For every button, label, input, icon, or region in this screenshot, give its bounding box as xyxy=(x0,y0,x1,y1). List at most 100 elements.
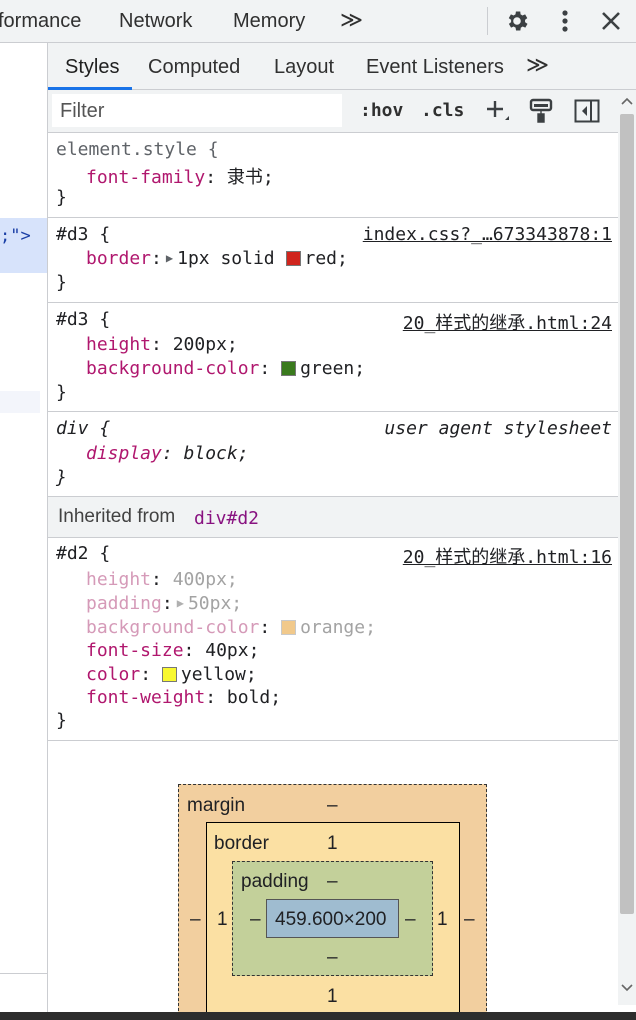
close-icon[interactable] xyxy=(600,10,622,32)
property-value: block; xyxy=(183,443,249,464)
tab-event-listeners[interactable]: Event Listeners xyxy=(366,56,504,79)
devtools-main-toolbar: formance Network Memory ≫ xyxy=(0,0,636,43)
rule-close-brace: } xyxy=(56,382,67,403)
color-swatch[interactable] xyxy=(161,667,177,682)
rule-selector[interactable]: div { xyxy=(56,418,110,439)
toggle-sidebar-icon[interactable] xyxy=(574,99,600,123)
color-swatch[interactable] xyxy=(285,251,301,266)
rule-close-brace: } xyxy=(56,272,67,293)
gear-icon[interactable] xyxy=(504,8,530,34)
border-bottom-value[interactable]: 1 xyxy=(327,986,338,1008)
padding-top-value[interactable]: – xyxy=(327,871,338,893)
rule-selector[interactable]: element.style { xyxy=(56,139,219,160)
property-value: 400px; xyxy=(172,569,238,590)
style-rule-d3-border: #d3 { index.css?_…673343878:1 border: ▶ 1p… xyxy=(48,218,618,303)
more-subtabs-chevron-icon[interactable]: ≫ xyxy=(526,52,549,78)
declaration[interactable]: display: block; xyxy=(86,443,249,464)
window-bottom-edge xyxy=(0,1012,636,1020)
color-value: green; xyxy=(300,358,366,379)
property-value: 50px; xyxy=(187,593,243,614)
tab-memory[interactable]: Memory xyxy=(233,10,305,33)
cls-toggle-button[interactable]: .cls xyxy=(421,100,464,121)
tab-styles[interactable]: Styles xyxy=(65,56,119,79)
styles-scrollbar[interactable] xyxy=(618,90,636,1005)
declaration[interactable]: font-weight: bold; xyxy=(86,687,281,708)
property-name: background-color xyxy=(86,617,260,638)
new-style-rule-icon[interactable] xyxy=(484,98,512,126)
color-swatch[interactable] xyxy=(281,620,297,635)
declaration-inactive[interactable]: padding: ▶ 50px; xyxy=(86,593,242,614)
declaration[interactable]: background-color: green; xyxy=(86,358,365,379)
style-rule-d2: #d2 { 20_样式的继承.html:16 height: 400px; pa… xyxy=(48,538,618,741)
property-name: font-weight xyxy=(86,687,206,708)
border-label: border xyxy=(214,833,269,854)
inherited-section-header: Inherited from div#d2 xyxy=(48,497,618,538)
declaration[interactable]: border: ▶ 1px solid red; xyxy=(86,248,348,269)
color-value: red; xyxy=(304,248,348,269)
declaration[interactable]: font-family: 隶书; xyxy=(86,163,274,189)
more-tabs-chevron-icon[interactable]: ≫ xyxy=(340,7,363,33)
declaration[interactable]: font-size: 40px; xyxy=(86,640,259,661)
paint-brush-icon[interactable] xyxy=(528,98,554,124)
hovered-dom-node[interactable] xyxy=(0,391,40,413)
hov-toggle-button[interactable]: :hov xyxy=(360,100,403,121)
border-top-value[interactable]: 1 xyxy=(327,833,338,855)
rule-selector[interactable]: #d3 { xyxy=(56,224,110,245)
padding-right-value[interactable]: – xyxy=(405,909,416,931)
tab-performance[interactable]: formance xyxy=(0,10,81,33)
declaration-inactive[interactable]: background-color: orange; xyxy=(86,617,376,638)
padding-label: padding xyxy=(241,871,309,892)
property-name: height xyxy=(86,334,152,355)
declaration[interactable]: color: yellow; xyxy=(86,664,257,685)
toolbar-divider xyxy=(487,7,488,35)
property-name: color xyxy=(86,664,141,685)
property-value: 40px; xyxy=(205,640,260,661)
styles-subtabs: Styles Computed Layout Event Listeners ≫ xyxy=(48,43,636,90)
scroll-down-arrow-icon[interactable] xyxy=(621,983,633,993)
property-name: height xyxy=(86,569,152,590)
padding-bottom-value[interactable]: – xyxy=(327,947,338,969)
property-name: background-color xyxy=(86,358,260,379)
property-name: border xyxy=(86,248,152,269)
style-rule-d3-size: #d3 { 20_样式的继承.html:24 height: 200px; ba… xyxy=(48,303,618,412)
source-link[interactable]: 20_样式的继承.html:16 xyxy=(403,543,612,569)
property-name: display xyxy=(86,443,162,464)
property-value: bold; xyxy=(226,687,282,708)
property-name: font-size xyxy=(86,640,184,661)
kebab-menu-icon[interactable] xyxy=(555,8,575,34)
color-value: yellow; xyxy=(180,664,257,685)
border-right-value[interactable]: 1 xyxy=(437,909,448,931)
source-link[interactable]: index.css?_…673343878:1 xyxy=(363,224,612,245)
margin-top-value[interactable]: – xyxy=(327,795,338,817)
tab-computed[interactable]: Computed xyxy=(148,56,240,79)
rule-selector[interactable]: #d3 { xyxy=(56,309,110,330)
property-value: 隶书; xyxy=(226,167,274,188)
content-size-value[interactable]: 459.600×200 xyxy=(275,909,386,931)
scrollbar-thumb[interactable] xyxy=(620,114,634,914)
property-name: padding xyxy=(86,593,162,614)
rule-selector[interactable]: #d2 { xyxy=(56,543,110,564)
property-value: 200px; xyxy=(172,334,238,355)
inherited-selector-link[interactable]: div#d2 xyxy=(194,508,259,529)
declaration[interactable]: height: 200px; xyxy=(86,334,238,355)
rule-close-brace: } xyxy=(56,467,67,488)
source-label: user agent stylesheet xyxy=(384,418,612,439)
source-link[interactable]: 20_样式的继承.html:24 xyxy=(403,309,612,335)
filter-input[interactable]: Filter xyxy=(52,94,342,127)
margin-label: margin xyxy=(187,795,246,816)
expand-triangle-icon[interactable]: ▶ xyxy=(177,596,184,610)
expand-triangle-icon[interactable]: ▶ xyxy=(166,251,173,265)
scroll-up-arrow-icon[interactable] xyxy=(621,96,633,106)
tab-layout[interactable]: Layout xyxy=(274,56,334,79)
color-value: orange; xyxy=(300,617,376,638)
declaration-inactive[interactable]: height: 400px; xyxy=(86,569,238,590)
padding-left-value[interactable]: – xyxy=(250,909,261,931)
rule-close-brace: } xyxy=(56,187,67,208)
selected-dom-node[interactable]: ;"> xyxy=(0,218,47,273)
margin-left-value[interactable]: – xyxy=(190,909,201,931)
color-swatch[interactable] xyxy=(281,361,297,376)
margin-right-value[interactable]: – xyxy=(464,909,475,931)
property-value: 1px solid xyxy=(177,248,275,269)
border-left-value[interactable]: 1 xyxy=(217,909,228,931)
tab-network[interactable]: Network xyxy=(119,10,192,33)
